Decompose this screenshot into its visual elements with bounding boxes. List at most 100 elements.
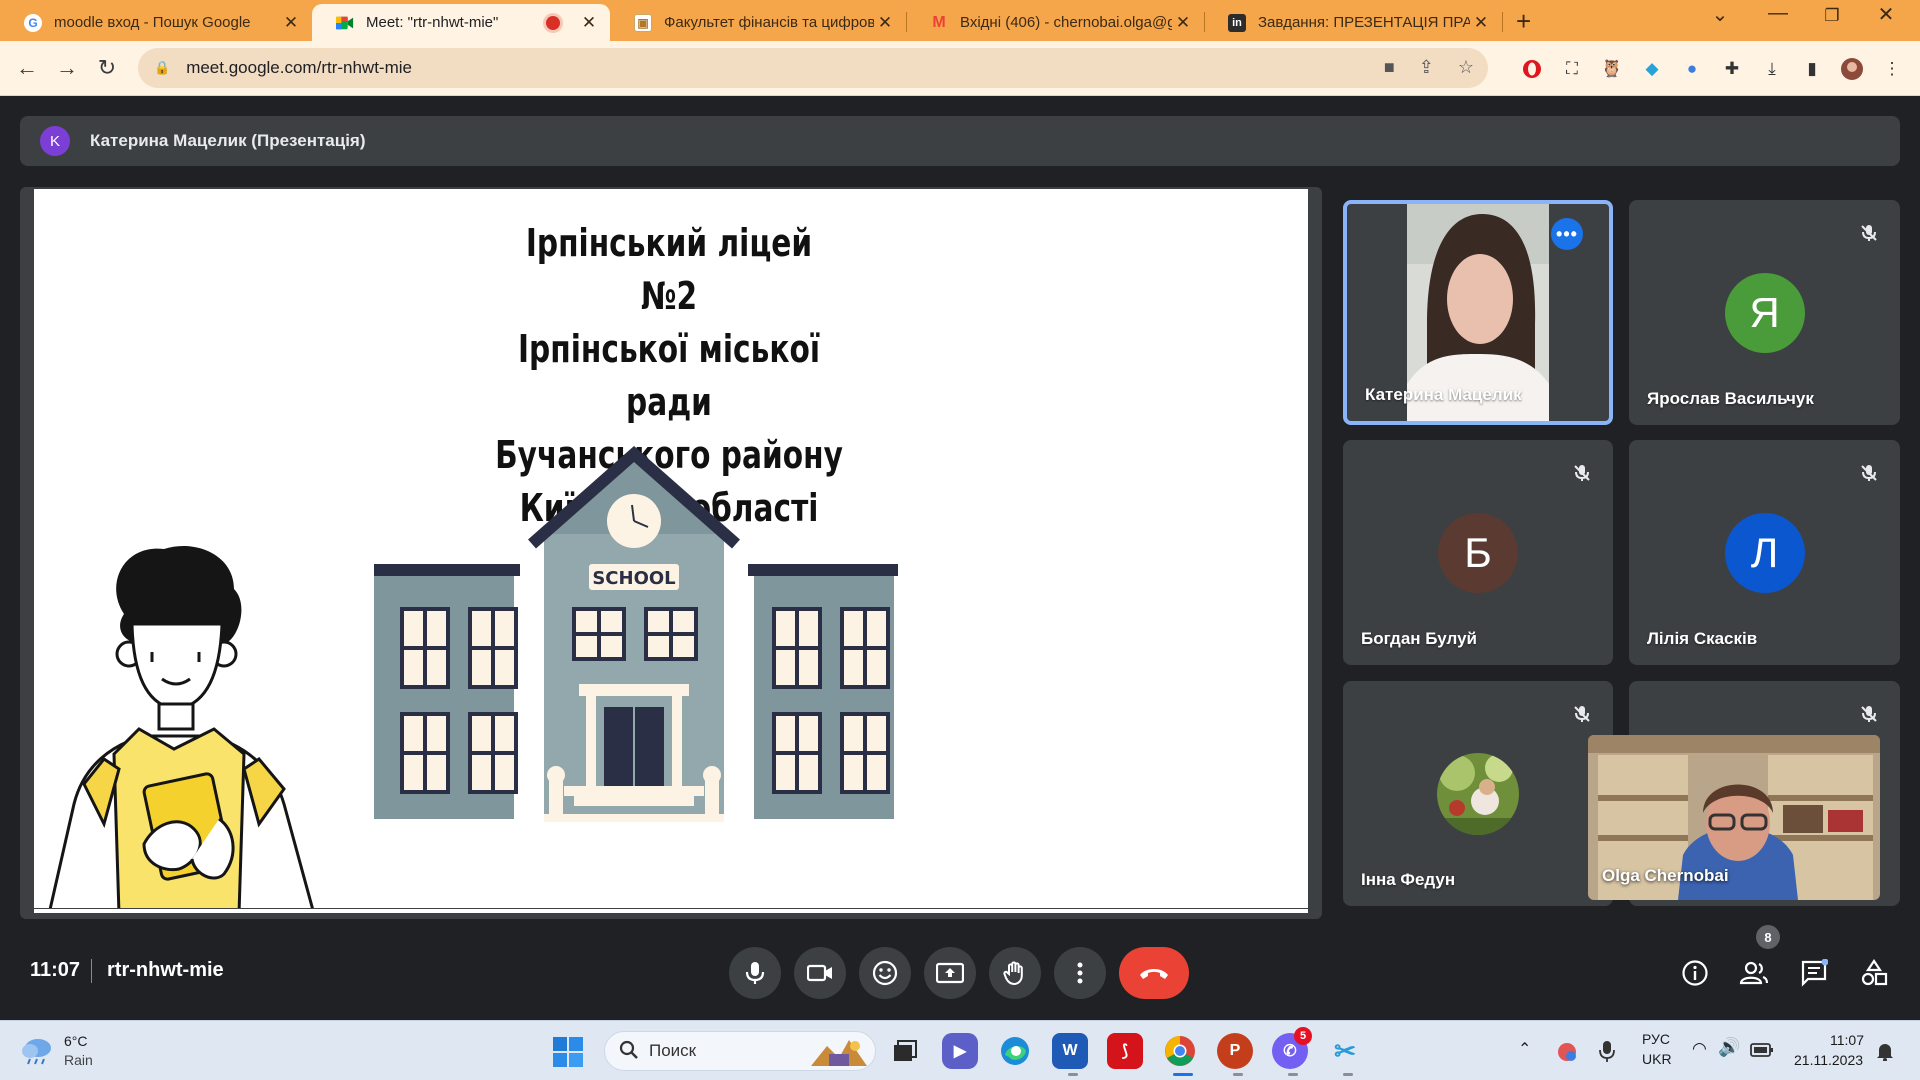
restore-icon[interactable]: ❐ xyxy=(1812,6,1852,26)
school-sign-text: SCHOOL xyxy=(592,568,675,589)
word-icon[interactable]: W xyxy=(1052,1033,1088,1069)
reactions-button[interactable] xyxy=(859,947,911,999)
minimize-icon[interactable]: — xyxy=(1758,2,1798,25)
active-app-indicator xyxy=(1173,1073,1193,1076)
more-options-icon[interactable]: ••• xyxy=(1551,218,1583,250)
meet-control-bar: 11:07 rtr-nhwt-mie xyxy=(0,935,1920,1020)
weather-temperature[interactable]: 6°C xyxy=(64,1033,88,1049)
leave-call-button[interactable] xyxy=(1119,947,1189,999)
more-options-button[interactable] xyxy=(1054,947,1106,999)
keyboard-layout[interactable]: UKR xyxy=(1642,1051,1672,1067)
start-windows-icon[interactable] xyxy=(553,1037,583,1072)
back-arrow-icon[interactable]: ← xyxy=(10,51,44,85)
gmail-icon: M xyxy=(932,13,946,31)
weather-icon[interactable] xyxy=(20,1034,54,1071)
participant-tile[interactable]: Інна Федун xyxy=(1343,681,1613,906)
forward-arrow-icon[interactable]: → xyxy=(50,51,84,85)
mic-off-icon xyxy=(1856,220,1882,246)
battery-icon[interactable] xyxy=(1750,1043,1774,1062)
close-icon[interactable]: ✕ xyxy=(280,13,302,33)
download-icon[interactable]: ⤓ xyxy=(1760,57,1784,81)
powerpoint-icon[interactable]: P xyxy=(1217,1033,1253,1069)
snipping-tool-icon[interactable]: ✂ xyxy=(1327,1033,1363,1069)
app-indicator xyxy=(1068,1073,1078,1076)
presenter-label: Катерина Мацелик (Презентація) xyxy=(90,131,366,150)
opera-extension-icon[interactable] xyxy=(1520,57,1544,81)
activities-button[interactable] xyxy=(1856,955,1892,991)
volume-icon[interactable]: 🔊 xyxy=(1718,1037,1740,1058)
app-indicator xyxy=(1343,1073,1353,1076)
address-bar[interactable]: 🔒 meet.google.com/rtr-nhwt-mie ■ ⇪ ☆ xyxy=(138,48,1488,88)
browser-menu-icon[interactable]: ⋮ xyxy=(1880,57,1904,81)
new-tab-button[interactable]: + xyxy=(1516,6,1531,37)
student-illustration xyxy=(48,545,314,908)
wifi-icon[interactable]: ◠ xyxy=(1692,1039,1707,1059)
microphone-button[interactable] xyxy=(729,947,781,999)
side-panel-icon[interactable]: ▮ xyxy=(1800,57,1824,81)
emoji-icon xyxy=(872,960,898,986)
participant-avatar: Б xyxy=(1438,512,1518,593)
edge-icon[interactable] xyxy=(997,1033,1033,1069)
participant-tile-speaking[interactable]: ••• Катерина Мацелик xyxy=(1343,200,1613,425)
meeting-details-button[interactable] xyxy=(1677,955,1713,991)
present-screen-button[interactable] xyxy=(924,947,976,999)
camera-button[interactable] xyxy=(794,947,846,999)
search-highlight-icon xyxy=(809,1036,869,1073)
tab-separator xyxy=(1502,12,1503,32)
info-icon xyxy=(1682,960,1708,986)
close-icon[interactable]: ✕ xyxy=(1172,13,1194,33)
tab-google-search[interactable]: G moodle вход - Пошук Google ✕ xyxy=(0,4,312,41)
participant-tile[interactable]: Л Лілія Скасків xyxy=(1629,440,1900,665)
circle-extension-icon[interactable]: ● xyxy=(1680,57,1704,81)
close-icon[interactable]: ✕ xyxy=(578,13,600,33)
bookmark-star-icon[interactable]: ☆ xyxy=(1458,57,1474,78)
acrobat-icon[interactable]: ⟆ xyxy=(1107,1033,1143,1069)
chrome-icon[interactable] xyxy=(1162,1033,1198,1069)
taskbar-date[interactable]: 21.11.2023 xyxy=(1794,1052,1863,1068)
owl-extension-icon[interactable]: 🦉 xyxy=(1600,57,1624,81)
browser-toolbar: ← → ↻ 🔒 meet.google.com/rtr-nhwt-mie ■ ⇪… xyxy=(0,41,1920,96)
reload-icon[interactable]: ↻ xyxy=(90,51,124,85)
tray-microphone-icon[interactable] xyxy=(1599,1039,1615,1068)
screenshot-extension-icon[interactable]: ⛶ xyxy=(1560,57,1584,81)
raise-hand-button[interactable] xyxy=(989,947,1041,999)
notification-bell-icon[interactable] xyxy=(1876,1041,1894,1066)
tab-search-icon[interactable]: ⌄ xyxy=(1700,2,1740,27)
share-icon[interactable]: ⇪ xyxy=(1419,57,1434,78)
diamond-extension-icon[interactable]: ◆ xyxy=(1640,57,1664,81)
profile-avatar[interactable] xyxy=(1840,57,1864,81)
participant-name: Ярослав Васильчук xyxy=(1647,389,1814,408)
tray-app-icon[interactable] xyxy=(1556,1041,1578,1068)
task-view-icon[interactable] xyxy=(887,1033,923,1069)
extensions-puzzle-icon[interactable]: ✚ xyxy=(1720,57,1744,81)
omnibox-actions: ■ ⇪ ☆ xyxy=(1384,57,1474,78)
url-text: meet.google.com/rtr-nhwt-mie xyxy=(186,58,412,77)
slide-title-line: Ірпінської міської ради xyxy=(518,327,820,424)
tab-faculty[interactable]: ▣ Факультет фінансів та цифрови ✕ xyxy=(610,4,906,41)
people-button[interactable] xyxy=(1736,955,1772,991)
taskbar-time[interactable]: 11:07 xyxy=(1830,1032,1864,1048)
teams-chat-icon[interactable]: ▶ xyxy=(942,1033,978,1069)
taskbar-search[interactable]: Поиск xyxy=(604,1031,876,1071)
people-icon xyxy=(1739,961,1769,985)
participant-tile[interactable]: Б Богдан Булуй xyxy=(1343,440,1613,665)
tab-title: Завдання: ПРЕЗЕНТАЦІЯ ПРАКТ xyxy=(1258,14,1470,31)
camera-icon xyxy=(807,964,832,982)
close-icon[interactable]: ✕ xyxy=(1470,13,1492,33)
language-indicator[interactable]: РУС xyxy=(1642,1031,1670,1047)
presenter-avatar: K xyxy=(40,126,70,156)
camera-in-use-icon[interactable]: ■ xyxy=(1384,57,1395,78)
tab-meet[interactable]: Meet: "rtr-nhwt-mie" ✕ xyxy=(312,4,610,41)
classroom-icon: in xyxy=(1228,13,1246,32)
weather-description[interactable]: Rain xyxy=(64,1052,93,1068)
tab-classroom[interactable]: in Завдання: ПРЕЗЕНТАЦІЯ ПРАКТ ✕ xyxy=(1204,4,1502,41)
close-window-icon[interactable]: ✕ xyxy=(1866,2,1906,27)
self-view-tile[interactable]: Olga Chernobai xyxy=(1588,735,1880,900)
tab-gmail[interactable]: M Вхідні (406) - chernobai.olga@g ✕ xyxy=(906,4,1204,41)
chat-button[interactable] xyxy=(1796,955,1832,991)
participant-tile[interactable]: Я Ярослав Васильчук xyxy=(1629,200,1900,425)
meeting-clock: 11:07 xyxy=(30,959,81,981)
tray-overflow-chevron-icon[interactable]: ⌃ xyxy=(1518,1039,1531,1059)
mic-off-icon xyxy=(1856,701,1882,727)
close-icon[interactable]: ✕ xyxy=(874,13,896,33)
